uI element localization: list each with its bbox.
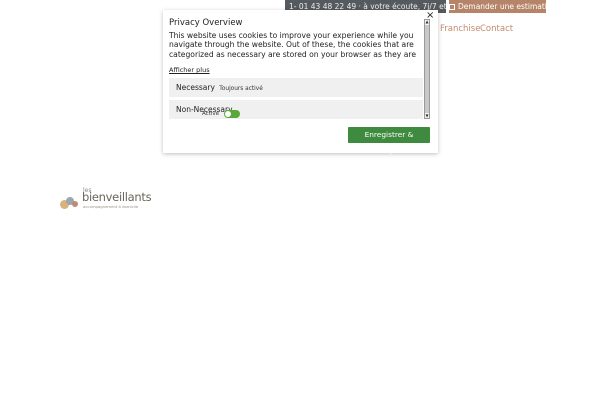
estimate-button[interactable]: Demander une estimation [449,0,556,13]
logo-mark-icon [60,192,82,210]
dialog-scroll-area[interactable]: This website uses cookies to improve you… [169,31,423,119]
toggle-status-label: Activé [202,111,220,117]
scroll-up-icon[interactable]: ▲ [425,20,429,24]
toggle-knob [225,111,231,117]
nav-franchise[interactable]: Franchise [440,24,480,34]
nav-contact[interactable]: Contact [480,24,513,34]
save-accept-button[interactable]: Enregistrer & accepter [348,127,430,155]
show-more-link[interactable]: Afficher plus [169,66,423,74]
dialog-scrollbar[interactable]: ▲ ▼ [424,19,430,119]
non-necessary-toggle[interactable] [224,110,240,118]
estimate-label: Demander une estimation [458,2,557,11]
always-active-label: Toujours activé [219,86,263,92]
category-necessary[interactable]: Necessary Toujours activé [169,78,423,97]
logo-tagline: accompagnement à domicile [83,204,139,209]
category-label: Necessary [176,83,215,92]
calendar-icon [449,4,455,10]
privacy-description: This website uses cookies to improve you… [169,31,416,59]
dialog-title: Privacy Overview [169,18,243,28]
category-non-necessary[interactable]: Non-Necessary Activé [169,100,423,119]
scrollbar-thumb[interactable] [425,25,429,113]
site-logo[interactable]: les bienveillants accompagnement à domic… [60,187,160,212]
logo-name: bienveillants [82,190,152,204]
scroll-down-icon[interactable]: ▼ [425,114,429,118]
